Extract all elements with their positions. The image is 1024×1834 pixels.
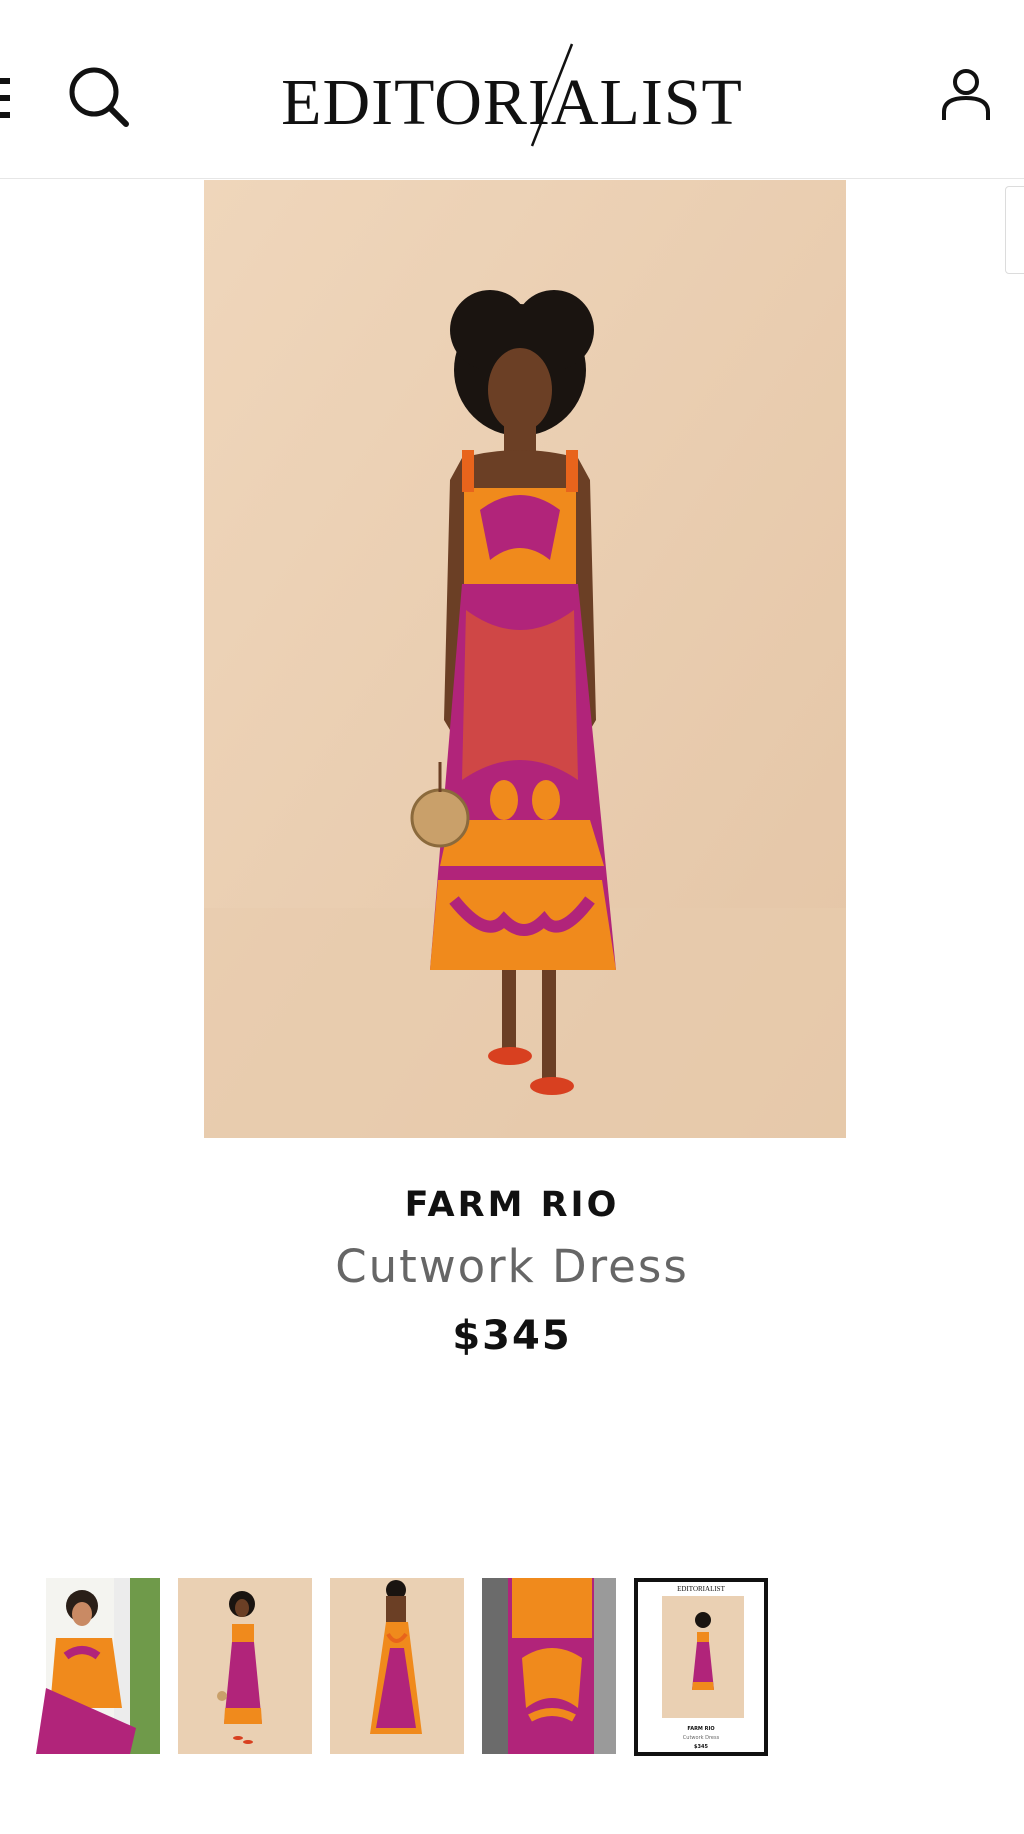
editorialist-logo[interactable]: EDITORIALIST bbox=[260, 42, 764, 152]
mini-name: Cutwork Dress bbox=[683, 1735, 720, 1741]
product-price: $345 bbox=[452, 1313, 572, 1359]
account-icon[interactable] bbox=[940, 66, 992, 122]
next-image-peek[interactable] bbox=[1005, 186, 1024, 274]
site-header: EDITORIALIST bbox=[0, 0, 1024, 179]
product-info: FARM RIO Cutwork Dress $345 bbox=[0, 1180, 1024, 1362]
thumbnail-2[interactable] bbox=[178, 1578, 312, 1754]
thumbnail-gallery: EDITORIALIST FARM RIO Cutwork Dress $345 bbox=[26, 1578, 1006, 1758]
product-brand[interactable]: FARM RIO bbox=[0, 1180, 1024, 1230]
mini-brand: FARM RIO bbox=[687, 1726, 714, 1732]
logo-text: EDITORIALIST bbox=[281, 66, 743, 139]
thumbnail-3[interactable] bbox=[330, 1578, 464, 1754]
product-main-image[interactable] bbox=[204, 180, 846, 1138]
thumbnail-1[interactable] bbox=[26, 1578, 160, 1754]
mini-price: $345 bbox=[694, 1744, 708, 1750]
search-icon[interactable] bbox=[66, 64, 130, 128]
product-name: Cutwork Dress bbox=[335, 1240, 689, 1293]
hamburger-menu-icon[interactable] bbox=[0, 78, 10, 118]
mini-logo: EDITORIALIST bbox=[677, 1585, 725, 1593]
thumbnail-4[interactable] bbox=[482, 1578, 616, 1754]
thumbnail-5-selected[interactable]: EDITORIALIST FARM RIO Cutwork Dress $345 bbox=[634, 1578, 768, 1756]
